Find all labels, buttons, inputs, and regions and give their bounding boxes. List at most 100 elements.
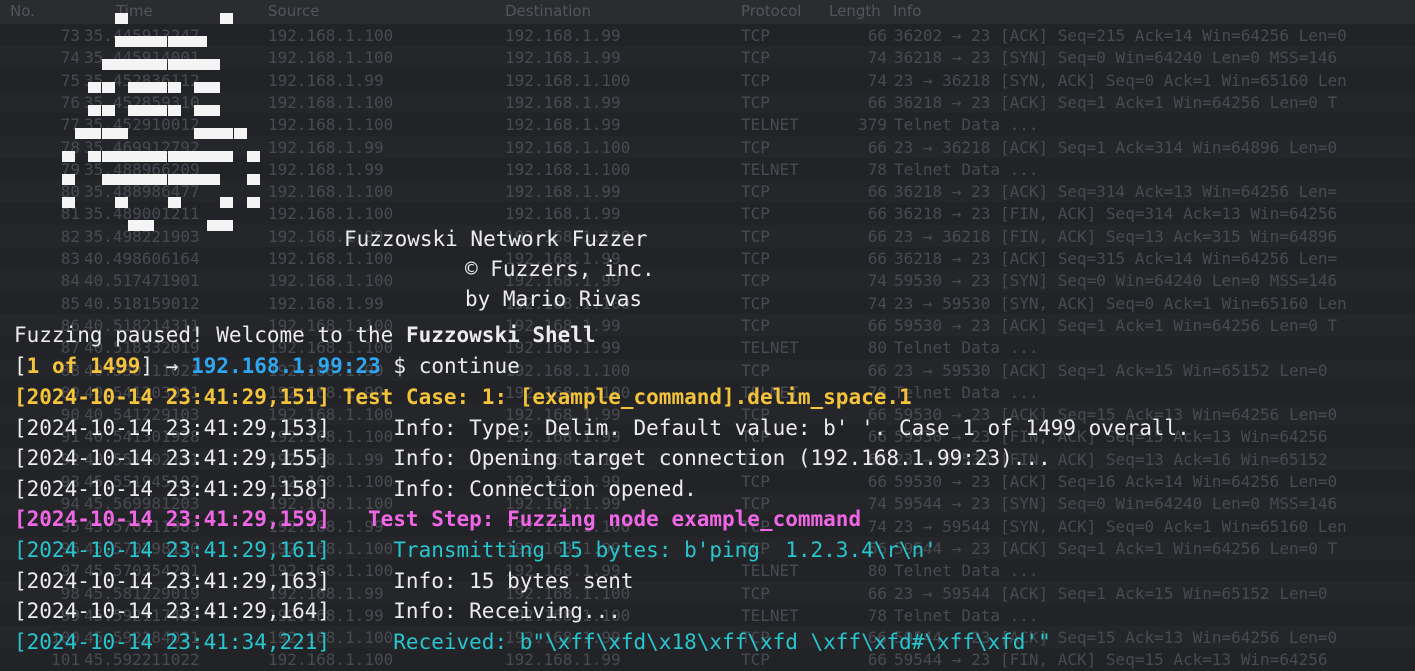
logo-pixel [154, 82, 168, 93]
logo-pixel [194, 174, 207, 185]
log-line: [2024-10-14 23:41:29,155] Info: Opening … [14, 443, 1051, 473]
logo-pixel [207, 151, 221, 162]
logo-pixel [207, 220, 221, 231]
banner-company: © Fuzzers, inc. [465, 257, 655, 281]
prompt-command[interactable]: continue [419, 354, 520, 378]
logo-pixel [141, 82, 155, 93]
logo-pixel [114, 13, 128, 24]
log-timestamp: [2024-10-14 23:41:29,151] [14, 385, 331, 409]
logo-pixel [194, 151, 207, 162]
log-message: Test Step: Fuzzing node example_command [330, 507, 862, 532]
logo-pixel [246, 197, 260, 208]
logo-pixel [194, 59, 207, 70]
logo-pixel [114, 36, 128, 47]
log-line: [2024-10-14 23:41:29,151] Test Case: 1: … [14, 382, 912, 412]
logo-pixel [194, 36, 207, 47]
logo-pixel [101, 59, 115, 70]
prompt-symbol: $ [393, 354, 407, 378]
log-line: [2024-10-14 23:41:29,163] Info: 15 bytes… [14, 566, 634, 596]
logo-pixel [207, 174, 221, 185]
logo-pixel [75, 128, 89, 139]
logo-pixel [194, 105, 207, 116]
log-line: [2024-10-14 23:41:29,158] Info: Connecti… [14, 474, 697, 504]
prompt-target: 192.168.1.99:23 [191, 354, 381, 378]
logo-pixel [154, 174, 168, 185]
logo-pixel [141, 174, 155, 185]
log-message: Transmitting 15 bytes: b'ping 1.2.3.4\r\… [330, 538, 937, 562]
logo-pixel [220, 197, 234, 208]
logo-pixel [207, 82, 221, 93]
log-message: Info: Opening target connection (192.168… [330, 446, 1051, 471]
log-message: Info: Type: Delim. Default value: b' '. … [330, 415, 1190, 440]
logo-pixel [194, 128, 207, 139]
log-timestamp: [2024-10-14 23:41:29,161] [14, 538, 331, 562]
logo-pixel [154, 151, 168, 162]
logo-pixel [88, 82, 102, 93]
logo-pixel [207, 128, 221, 139]
banner-author: by Mario Rivas [465, 287, 643, 311]
logo-pixel [128, 220, 141, 231]
logo-pixel [101, 82, 115, 93]
logo-pixel [167, 105, 181, 116]
logo-pixel [114, 197, 128, 208]
logo-pixel [154, 59, 168, 70]
logo-pixel [114, 174, 128, 185]
logo-pixel [88, 105, 102, 116]
logo-pixel [167, 59, 181, 70]
logo-pixel [114, 151, 128, 162]
logo-pixel [128, 174, 141, 185]
logo-pixel [246, 174, 260, 185]
logo-pixel [128, 82, 141, 93]
logo-pixel [180, 174, 194, 185]
logo-pixel [194, 82, 207, 93]
logo-pixel [220, 220, 234, 231]
logo-pixel [128, 105, 141, 116]
logo-pixel [101, 174, 115, 185]
logo-pixel [141, 36, 155, 47]
logo-pixel [220, 13, 234, 24]
logo-pixel [128, 151, 141, 162]
logo-pixel [128, 36, 141, 47]
logo-pixel [141, 105, 155, 116]
logo-pixel [167, 174, 181, 185]
logo-pixel [62, 151, 75, 162]
paused-text: Fuzzing paused! Welcome to the [14, 323, 406, 347]
logo-pixel [167, 82, 181, 93]
logo-pixel [246, 151, 260, 162]
logo-pixel [141, 151, 155, 162]
shell-prompt[interactable]: [1 of 1499] → 192.168.1.99:23 $ continue [14, 351, 520, 381]
logo-pixel [220, 128, 234, 139]
log-line: [2024-10-14 23:41:34,221] Received: b"\x… [14, 627, 1051, 657]
prompt-progress: 1 of 1499 [26, 354, 141, 378]
log-message: Info: 15 bytes sent [330, 568, 634, 593]
logo-pixel [88, 128, 102, 139]
log-timestamp: [2024-10-14 23:41:34,221] [14, 629, 331, 654]
log-message: Test Case: 1: [example_command].delim_sp… [330, 385, 912, 409]
logo-pixel [114, 59, 128, 70]
logo-pixel [88, 151, 102, 162]
logo-pixel [141, 59, 155, 70]
logo-pixel [180, 36, 194, 47]
terminal: Fuzzowski Network Fuzzer © Fuzzers, inc.… [0, 0, 1415, 670]
logo-pixel [220, 151, 234, 162]
log-message: Info: Connection opened. [330, 476, 697, 501]
logo-pixel [62, 197, 75, 208]
prompt-arrow: → [165, 354, 179, 378]
logo-pixel [114, 128, 128, 139]
log-timestamp: [2024-10-14 23:41:29,153] [14, 415, 331, 440]
paused-message: Fuzzing paused! Welcome to the Fuzzowski… [14, 320, 596, 350]
logo-pixel [167, 197, 181, 208]
log-timestamp: [2024-10-14 23:41:29,159] [14, 507, 331, 532]
log-timestamp: [2024-10-14 23:41:29,163] [14, 568, 331, 593]
banner-title: Fuzzowski Network Fuzzer [344, 227, 648, 251]
log-line: [2024-10-14 23:41:29,164] Info: Receivin… [14, 596, 621, 626]
logo-pixel [207, 105, 221, 116]
log-line: [2024-10-14 23:41:29,159] Test Step: Fuz… [14, 504, 861, 534]
log-line: [2024-10-14 23:41:29,161] Transmitting 1… [14, 535, 937, 565]
log-timestamp: [2024-10-14 23:41:29,158] [14, 476, 331, 501]
logo-pixel [154, 36, 168, 47]
log-line: [2024-10-14 23:41:29,153] Info: Type: De… [14, 413, 1190, 443]
logo-pixel [141, 220, 155, 231]
shell-name: Fuzzowski Shell [405, 323, 596, 347]
log-message: Info: Receiving... [330, 599, 621, 624]
